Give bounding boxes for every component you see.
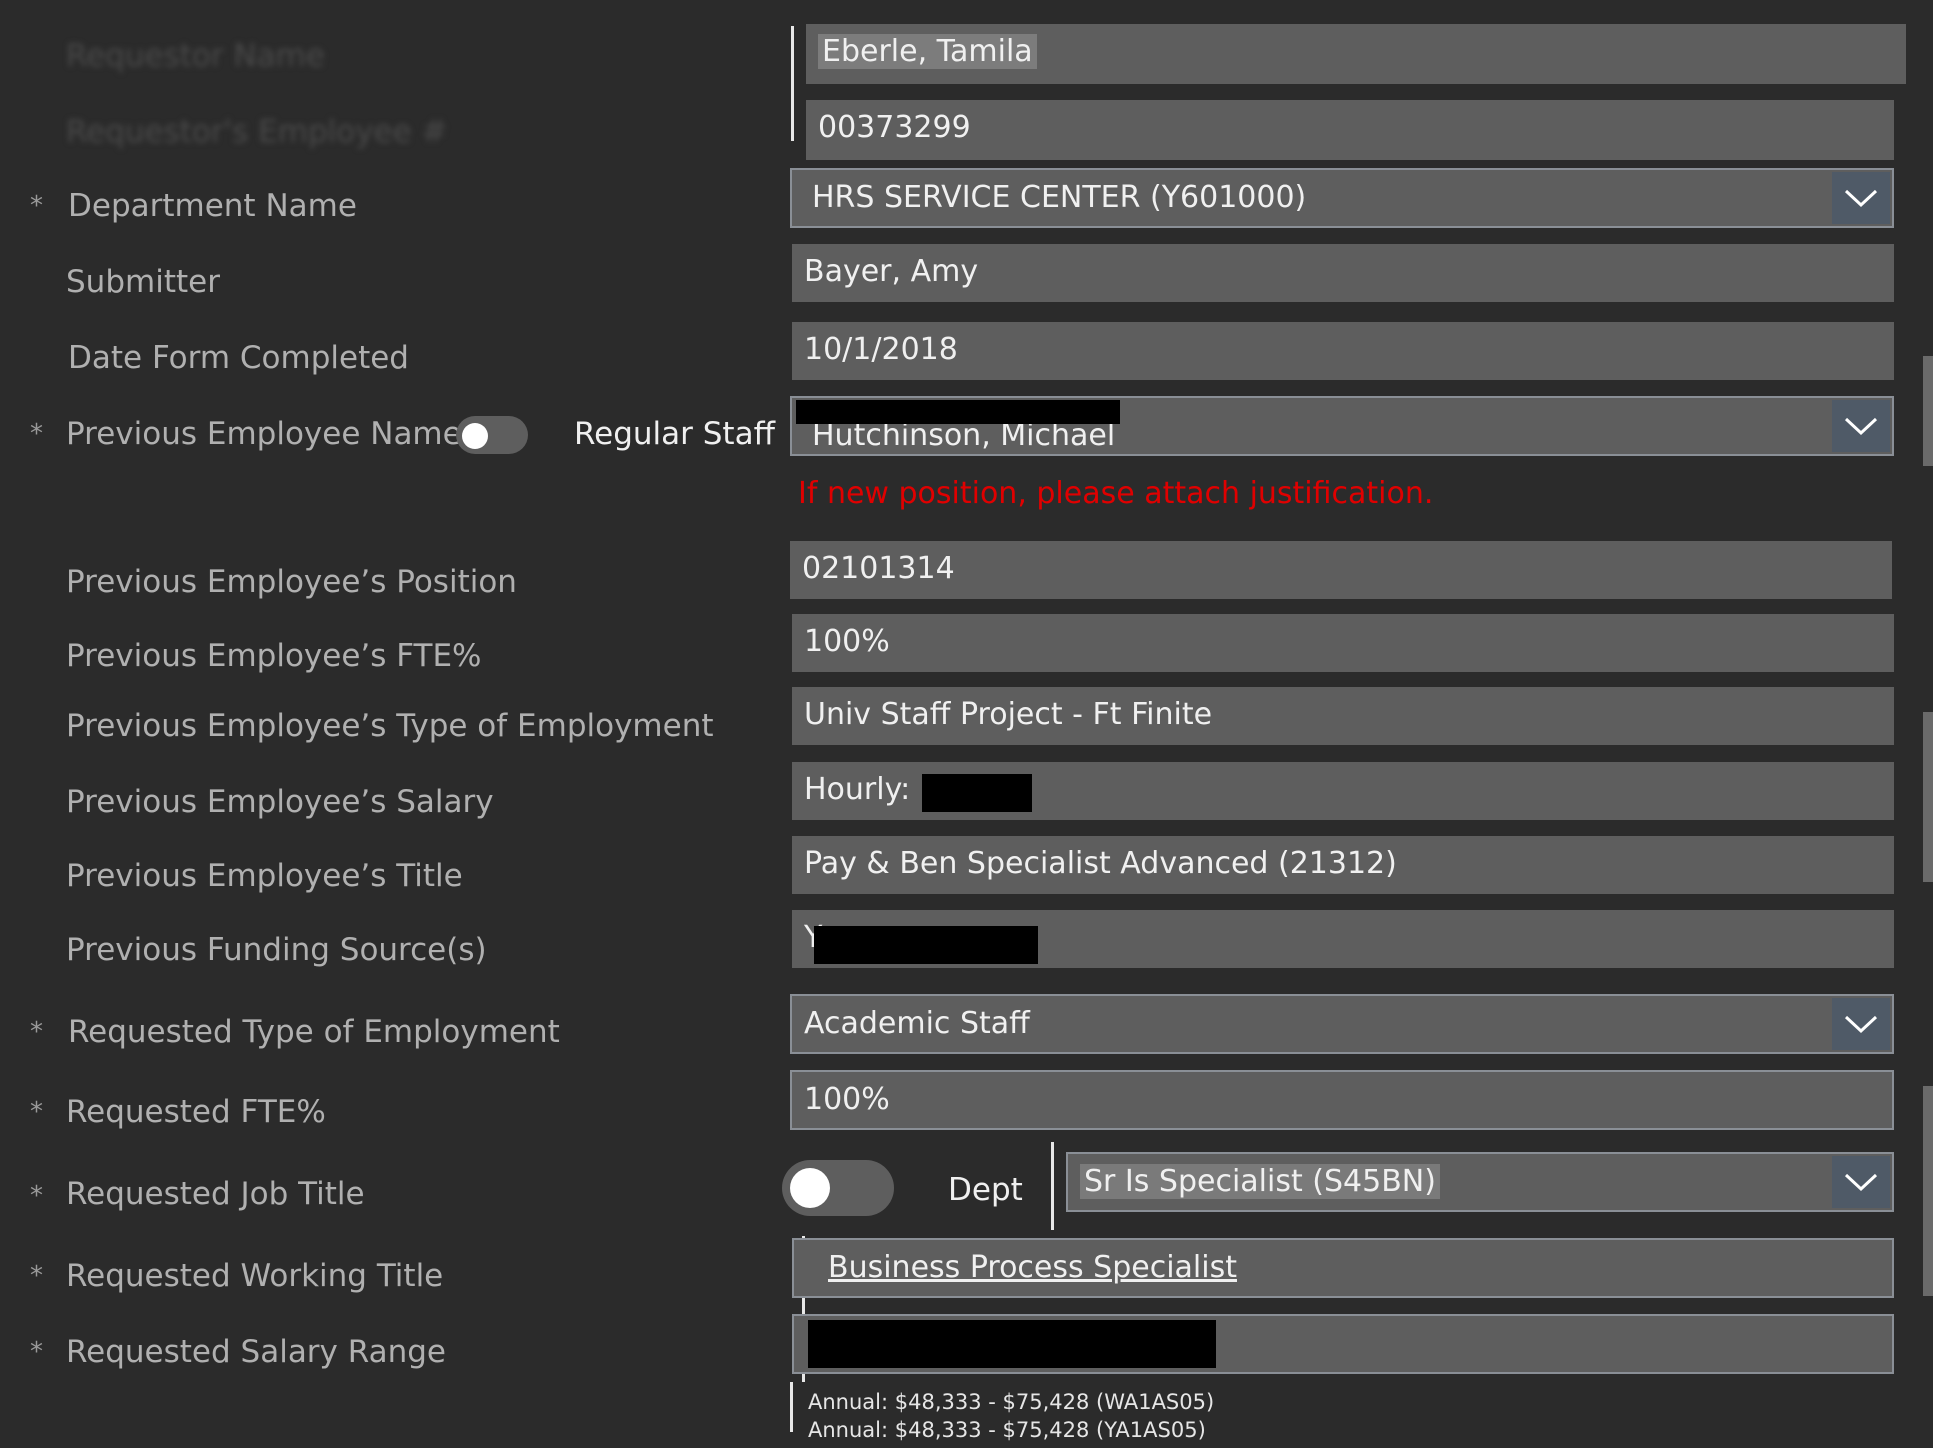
scrollbar-thumb[interactable] xyxy=(1923,356,1933,466)
label-department-name: Department Name xyxy=(68,188,357,224)
focus-bar xyxy=(791,26,794,141)
label-requestor-employee-id: Requestor's Employee # xyxy=(66,114,448,150)
toggle-knob xyxy=(462,423,488,449)
redaction xyxy=(796,400,1120,424)
label-requested-fte: Requested FTE% xyxy=(66,1094,326,1130)
requestor-name-field[interactable]: Eberle, Tamila xyxy=(806,24,1906,84)
toggle-knob xyxy=(790,1168,830,1208)
redaction xyxy=(808,1320,1216,1368)
label-submitter: Submitter xyxy=(66,264,220,300)
requested-job-title-select[interactable]: Sr Is Specialist (S45BN) xyxy=(1066,1152,1894,1212)
previous-position-field[interactable]: 02101314 xyxy=(790,541,1892,599)
chevron-down-icon[interactable] xyxy=(1832,1156,1890,1208)
chevron-down-icon[interactable] xyxy=(1832,998,1890,1050)
previous-employee-name-select[interactable]: Hutchinson, Michael xyxy=(790,396,1894,456)
regular-staff-toggle[interactable] xyxy=(456,416,528,454)
previous-funding-field[interactable]: Y xyxy=(792,910,1894,968)
dept-toggle[interactable] xyxy=(782,1160,894,1216)
focus-bar xyxy=(1051,1142,1054,1230)
label-requested-salary-range: Requested Salary Range xyxy=(66,1334,447,1370)
required-marker: * xyxy=(30,1017,43,1047)
toggle-label-regular-staff: Regular Staff xyxy=(574,416,775,452)
salary-range-option[interactable]: Annual: $48,333 - $75,428 (WA1AS05) xyxy=(808,1388,1214,1416)
label-previous-position: Previous Employee’s Position xyxy=(66,564,517,600)
previous-fte-field[interactable]: 100% xyxy=(792,614,1894,672)
label-requested-job-title: Requested Job Title xyxy=(66,1176,365,1212)
required-marker: * xyxy=(30,1181,43,1211)
required-marker: * xyxy=(30,1337,43,1367)
label-previous-title: Previous Employee’s Title xyxy=(66,858,463,894)
label-previous-salary: Previous Employee’s Salary xyxy=(66,784,494,820)
label-previous-employee-name: Previous Employee Name xyxy=(66,416,462,452)
requested-salary-range-field[interactable] xyxy=(792,1314,1894,1374)
redaction xyxy=(922,774,1032,812)
label-requestor-name: Requestor Name xyxy=(66,38,325,74)
scrollbar-thumb[interactable] xyxy=(1923,712,1933,882)
requested-type-select[interactable]: Academic Staff xyxy=(790,994,1894,1054)
chevron-down-icon[interactable] xyxy=(1832,400,1890,452)
requested-working-title-field[interactable]: Business Process Specialist xyxy=(792,1238,1894,1298)
previous-title-field[interactable]: Pay & Ben Specialist Advanced (21312) xyxy=(792,836,1894,894)
department-name-select[interactable]: HRS SERVICE CENTER (Y601000) xyxy=(790,168,1894,228)
label-requested-type: Requested Type of Employment xyxy=(68,1014,560,1050)
label-previous-fte: Previous Employee’s FTE% xyxy=(66,638,482,674)
salary-range-option[interactable]: Annual: $48,333 - $75,428 (YA1AS05) xyxy=(808,1416,1206,1444)
requestor-employee-id-field[interactable]: 00373299 xyxy=(806,100,1894,160)
focus-bar xyxy=(790,1382,793,1432)
justification-note: If new position, please attach justifica… xyxy=(798,476,1434,511)
requested-fte-field[interactable]: 100% xyxy=(790,1070,1894,1130)
required-marker: * xyxy=(30,419,43,449)
date-form-completed-field[interactable]: 10/1/2018 xyxy=(792,322,1894,380)
required-marker: * xyxy=(30,1097,43,1127)
chevron-down-icon[interactable] xyxy=(1832,172,1890,224)
previous-salary-field[interactable]: Hourly: $ xyxy=(792,762,1894,820)
redaction xyxy=(814,926,1038,964)
label-requested-working-title: Requested Working Title xyxy=(66,1258,444,1294)
required-marker: * xyxy=(30,191,43,221)
toggle-label-dept: Dept xyxy=(948,1172,1023,1208)
scrollbar-thumb[interactable] xyxy=(1923,1086,1933,1296)
required-marker: * xyxy=(30,1261,43,1291)
label-previous-funding: Previous Funding Source(s) xyxy=(66,932,487,968)
previous-type-field[interactable]: Univ Staff Project - Ft Finite xyxy=(792,687,1894,745)
submitter-field[interactable]: Bayer, Amy xyxy=(792,244,1894,302)
form-panel: Requestor Name Eberle, Tamila Requestor'… xyxy=(6,6,1933,1448)
label-previous-type: Previous Employee’s Type of Employment xyxy=(66,708,714,744)
label-date-form-completed: Date Form Completed xyxy=(68,340,409,376)
